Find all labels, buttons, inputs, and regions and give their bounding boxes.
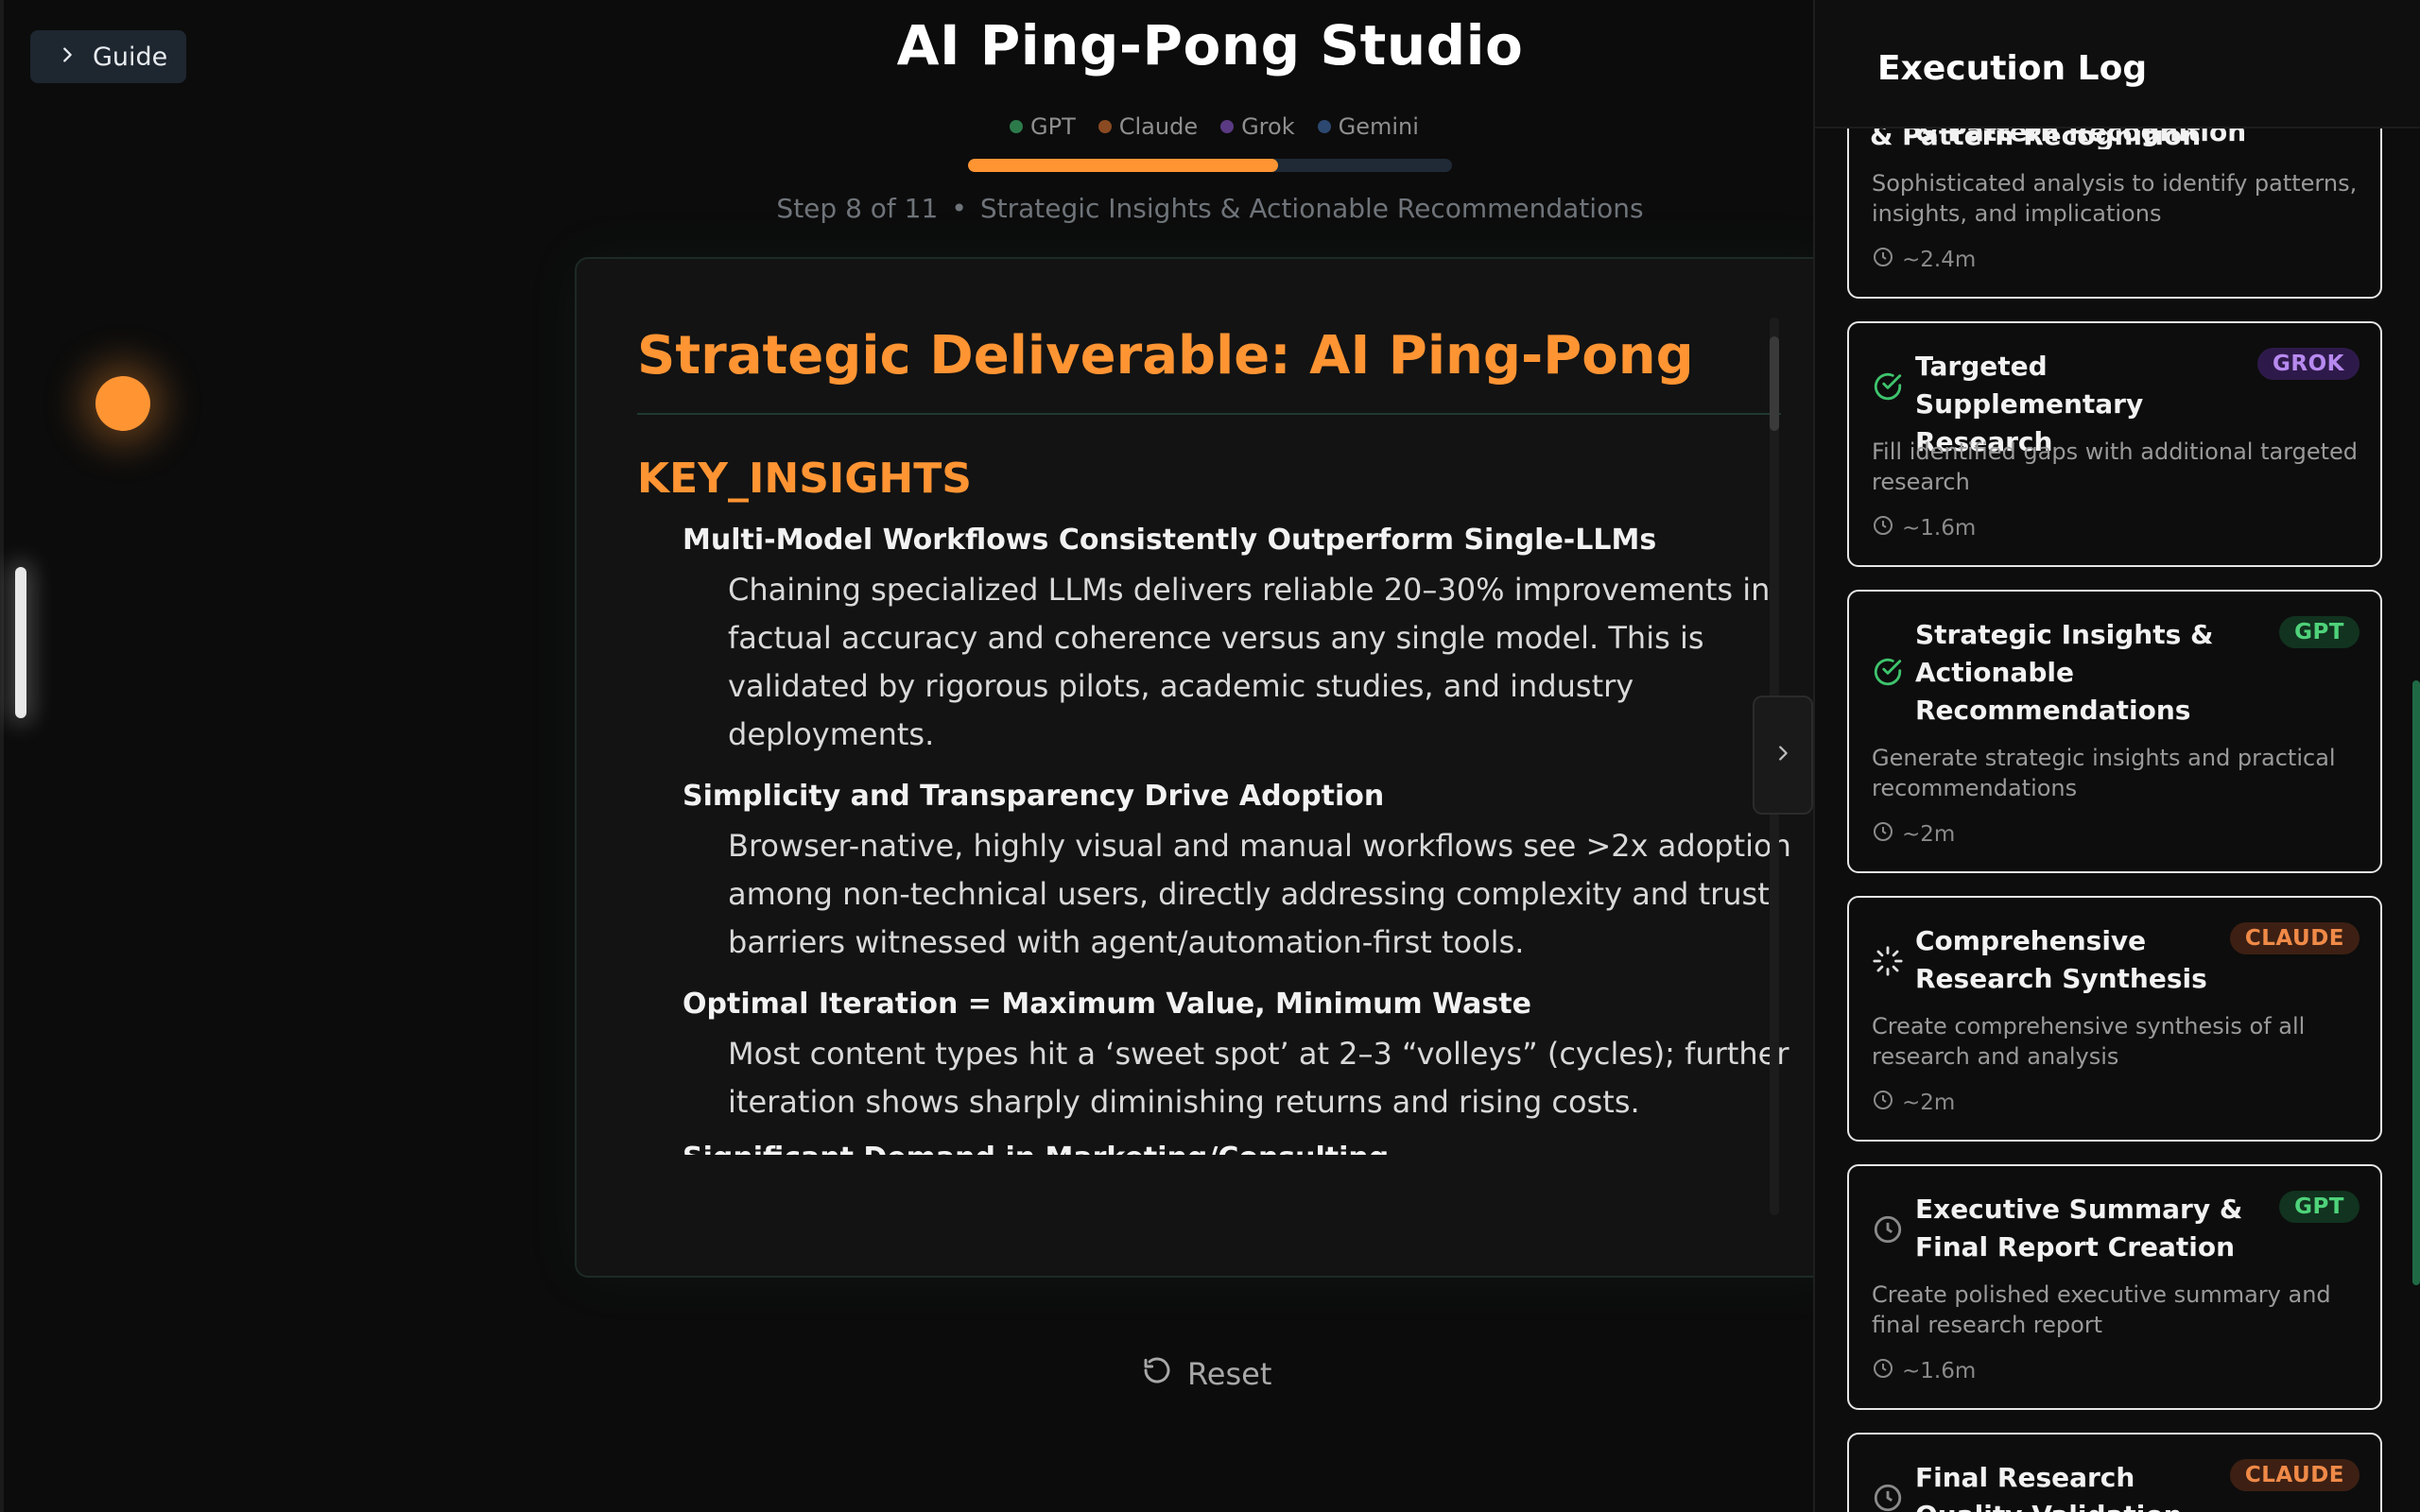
panel-header: Execution Log — [1815, 0, 2420, 129]
progress-bar — [968, 159, 1452, 172]
model-badge: GPT — [2279, 1191, 2360, 1223]
model-badge: CLAUDE — [2229, 922, 2360, 954]
insight-title: Optimal Iteration = Maximum Value, Minim… — [683, 988, 1531, 1021]
log-item-title: Executive Summary & Final Report Creatio… — [1915, 1194, 2243, 1263]
insight-title: Simplicity and Transparency Drive Adopti… — [683, 780, 1385, 813]
legend-item-gpt: GPT — [1010, 113, 1076, 140]
legend-label: Claude — [1118, 113, 1199, 140]
log-item-title: Comprehensive Research Synthesis — [1915, 925, 2207, 994]
log-item-desc: Generate strategic insights and practica… — [1872, 745, 2336, 801]
spinner-icon — [1872, 945, 1904, 977]
clock-icon — [1872, 246, 1894, 274]
log-item-title: Final Research Quality Validation — [1915, 1462, 2183, 1512]
log-item[interactable]: Comprehensive Research Synthesis CLAUDE … — [1847, 896, 2382, 1142]
model-badge: GROK — [2257, 348, 2360, 380]
log-item-time-value: ~2m — [1902, 1091, 1956, 1115]
clock-icon — [1872, 1213, 1904, 1246]
insight-title-cut-off: Significant Demand in Marketing/Consulti… — [683, 1142, 1790, 1155]
insight-item: Simplicity and Transparency Drive Adopti… — [683, 780, 1791, 967]
reset-button[interactable]: Reset — [1142, 1355, 1271, 1393]
legend-item-claude: Claude — [1098, 113, 1198, 140]
legend-dot — [1317, 120, 1331, 133]
log-item-desc: Create polished executive summary and fi… — [1872, 1281, 2331, 1338]
deliverable-card: Strategic Deliverable: AI Ping-Pong KEY_… — [575, 257, 1841, 1278]
legend-dot — [1220, 120, 1235, 133]
log-item-time: ~1.6m — [1872, 1357, 1976, 1385]
chevron-right-icon — [1772, 743, 1793, 767]
page-scroll-handle[interactable] — [15, 567, 26, 718]
panel-toggle-button[interactable] — [1753, 696, 1813, 815]
card-scroll-thumb[interactable] — [1770, 336, 1779, 431]
clock-icon — [1872, 1089, 1894, 1117]
step-name: Strategic Insights & Actionable Recommen… — [979, 193, 1644, 224]
log-item-time: ~1.6m — [1872, 514, 1976, 542]
insight-body: Most content types hit a ‘sweet spot’ at… — [728, 1036, 1789, 1120]
log-item-title: Strategic Insights & Actionable Recommen… — [1915, 619, 2214, 726]
insight-body: Browser-native, highly visual and manual… — [728, 828, 1791, 960]
insight-item: Multi-Model Workflows Consistently Outpe… — [683, 524, 1790, 759]
model-legend: GPT Claude Grok Gemini — [1010, 113, 1419, 140]
insight-body: Chaining specialized LLMs delivers relia… — [728, 572, 1771, 752]
left-edge — [0, 0, 4, 1512]
panel-title: Execution Log — [1877, 49, 2148, 88]
log-item-time: ~2m — [1872, 820, 1955, 849]
legend-label: Grok — [1241, 113, 1295, 140]
check-circle-icon — [1872, 370, 1904, 403]
step-counter: Step 8 of 11 — [776, 193, 939, 224]
legend-label: Gemini — [1338, 113, 1419, 140]
log-item-desc: Create comprehensive synthesis of all re… — [1872, 1013, 2306, 1070]
model-badge: CLAUDE — [2229, 1459, 2360, 1491]
log-item-time-value: ~1.6m — [1902, 1359, 1977, 1383]
log-item-desc: Fill identified gaps with additional tar… — [1872, 438, 2359, 495]
check-circle-icon — [1872, 656, 1904, 688]
log-item[interactable]: Targeted Supplementary Research GROK Fil… — [1847, 321, 2382, 567]
log-item[interactable]: Executive Summary & Final Report Creatio… — [1847, 1164, 2382, 1410]
clock-icon — [1872, 514, 1894, 542]
clock-icon — [1872, 820, 1894, 849]
log-item-desc: Sophisticated analysis to identify patte… — [1872, 170, 2358, 227]
log-item[interactable]: Strategic Insights & Actionable Recommen… — [1847, 590, 2382, 873]
section-title: KEY_INSIGHTS — [637, 455, 972, 503]
clock-icon — [1872, 1357, 1894, 1385]
insight-item: Optimal Iteration = Maximum Value, Minim… — [683, 988, 1790, 1126]
log-item-time: ~2.4m — [1872, 246, 1976, 274]
reset-icon — [1142, 1355, 1172, 1393]
reset-label: Reset — [1187, 1356, 1272, 1392]
status-orb — [95, 376, 150, 431]
log-item[interactable]: Final Research Quality Validation CLAUDE — [1847, 1433, 2382, 1512]
log-item-time: ~2m — [1872, 1089, 1955, 1117]
panel-scroll-thumb[interactable] — [2412, 680, 2420, 1285]
log-item-time-value: ~2.4m — [1902, 248, 1977, 272]
progress-fill — [968, 159, 1278, 172]
log-item-time-value: ~2m — [1902, 822, 1956, 847]
legend-item-grok: Grok — [1220, 113, 1295, 140]
legend-dot — [1098, 120, 1112, 133]
model-badge: GPT — [2279, 616, 2360, 648]
legend-label: GPT — [1030, 113, 1076, 140]
log-item-time-value: ~1.6m — [1902, 516, 1977, 541]
legend-item-gemini: Gemini — [1317, 113, 1419, 140]
step-separator: • — [951, 193, 967, 224]
clock-icon — [1872, 1482, 1904, 1512]
legend-dot — [1010, 120, 1023, 133]
insight-title: Multi-Model Workflows Consistently Outpe… — [683, 524, 1657, 557]
deliverable-title: Strategic Deliverable: AI Ping-Pong — [637, 325, 1781, 415]
